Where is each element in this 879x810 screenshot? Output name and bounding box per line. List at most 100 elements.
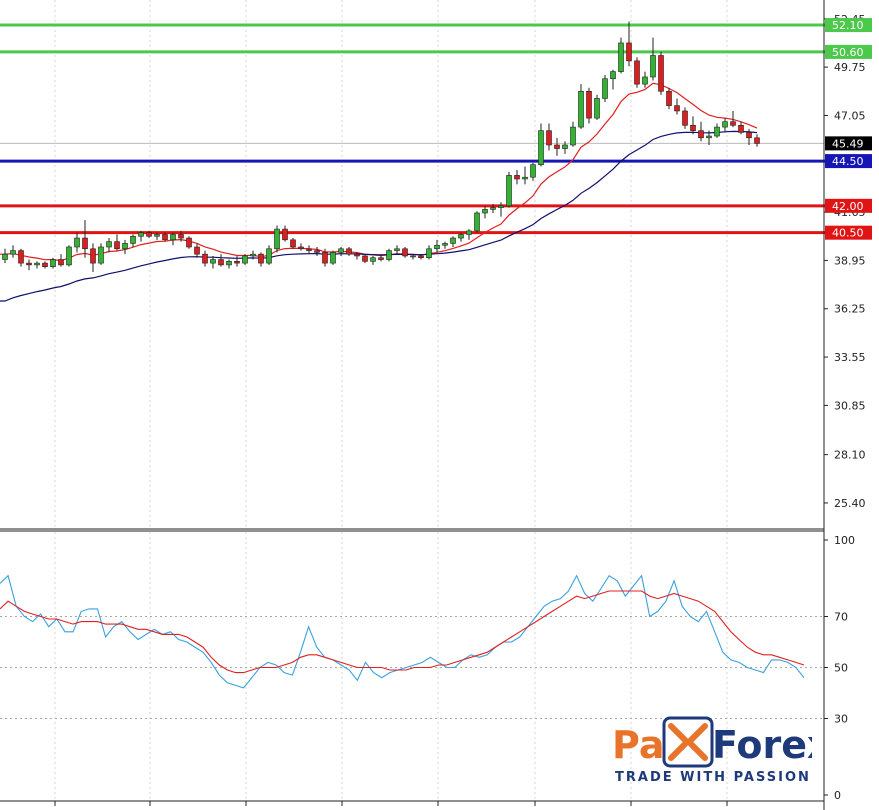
candle-bull — [122, 243, 128, 250]
candle-bull — [722, 121, 728, 128]
candle-bull — [394, 248, 400, 251]
candlestick-series — [2, 21, 760, 273]
oscillator-tick-label: 50 — [834, 662, 848, 675]
candle-bull — [226, 261, 232, 266]
candle-bull — [578, 90, 584, 128]
price-tick-label: 47.05 — [834, 109, 866, 122]
moving-averages — [0, 82, 758, 302]
candle-bull — [130, 235, 136, 244]
oscillator-axis: 100 70 50 30 0 — [824, 534, 855, 802]
candle-bull — [474, 212, 480, 232]
level-label: 44.50 — [832, 155, 864, 168]
price-axis: 52.4549.7547.0541.6538.9536.2533.5530.85… — [824, 13, 872, 510]
candle-bull — [106, 241, 112, 248]
candle-bear — [18, 250, 24, 264]
candle-bull — [242, 255, 248, 264]
candle-bull — [138, 232, 144, 237]
price-tick-label: 36.25 — [834, 303, 866, 316]
level-label: 42.00 — [832, 200, 864, 213]
candle-bull — [370, 257, 376, 262]
oscillator-tick-label: 100 — [834, 534, 855, 547]
price-tick-label: 33.55 — [834, 351, 866, 364]
moving-average-30 — [0, 130, 758, 302]
price-tick-label: 49.75 — [834, 61, 866, 74]
paxforex-logo: Pa Forex TRADE WITH PASSION — [612, 714, 832, 786]
candle-bear — [162, 234, 168, 241]
oscillator-signal-line — [0, 590, 805, 674]
candle-bull — [10, 250, 16, 255]
candle-bear — [362, 255, 368, 262]
candle-bull — [410, 255, 416, 258]
level-label: 52.10 — [832, 19, 864, 32]
candle-bear — [546, 130, 552, 146]
candle-bull — [66, 246, 72, 266]
candle-bear — [690, 124, 696, 131]
candle-bear — [282, 228, 288, 241]
candle-bull — [250, 253, 256, 257]
candle-bear — [346, 248, 352, 255]
candle-bull — [338, 248, 344, 253]
logo-forex: Forex — [712, 723, 812, 767]
candle-bull — [458, 234, 464, 239]
price-tick-label: 28.10 — [834, 449, 866, 462]
candle-bear — [26, 262, 32, 266]
candle-bear — [90, 248, 96, 264]
candle-bull — [266, 248, 272, 264]
candle-bull — [538, 130, 544, 165]
candle-bull — [386, 250, 392, 260]
candle-bear — [554, 144, 560, 149]
candle-bear — [402, 248, 408, 257]
level-label: 40.50 — [832, 227, 864, 240]
candle-bear — [218, 259, 224, 266]
candle-bull — [50, 259, 56, 267]
oscillator-tick-label: 70 — [834, 611, 848, 624]
candle-bull — [506, 175, 512, 207]
candle-bear — [186, 237, 192, 248]
candle-bull — [522, 176, 528, 180]
candle-bull — [450, 237, 456, 244]
candle-bear — [42, 262, 48, 267]
chart-canvas: 52.4549.7547.0541.6538.9536.2533.5530.85… — [0, 0, 872, 810]
candle-bear — [626, 42, 632, 62]
price-tick-label: 38.95 — [834, 254, 866, 267]
price-tick-label: 30.85 — [834, 399, 866, 412]
logo-pa: Pa — [612, 723, 664, 767]
candle-bull — [706, 135, 712, 139]
candle-bear — [418, 255, 424, 259]
candle-bear — [586, 90, 592, 119]
candle-bear — [146, 232, 152, 237]
candle-bear — [178, 234, 184, 239]
candle-bull — [34, 262, 40, 266]
candle-bear — [634, 60, 640, 85]
oscillator-tick-label: 30 — [834, 713, 848, 726]
candle-bull — [154, 234, 160, 237]
candle-bear — [290, 239, 296, 248]
candle-bull — [650, 55, 656, 78]
candle-bear — [322, 252, 328, 264]
candle-bull — [426, 248, 432, 259]
candle-bull — [434, 244, 440, 250]
candle-bull — [570, 126, 576, 146]
candle-bull — [602, 78, 608, 99]
candle-bull — [210, 259, 216, 264]
candle-bull — [610, 71, 616, 80]
candle-bull — [490, 207, 496, 210]
candle-bull — [442, 243, 448, 246]
candle-bear — [378, 257, 384, 260]
chart-frame — [0, 0, 825, 810]
candle-bull — [714, 126, 720, 137]
price-tick-label: 25.40 — [834, 497, 866, 510]
oscillator-tick-label: 0 — [834, 789, 841, 802]
candle-bear — [194, 246, 200, 255]
level-label: 50.60 — [832, 46, 864, 59]
candle-bull — [2, 253, 8, 260]
candle-bull — [530, 164, 536, 178]
candle-bull — [642, 76, 648, 85]
candle-bull — [498, 205, 504, 208]
candle-bear — [114, 241, 120, 250]
candle-bull — [274, 228, 280, 250]
oscillator-lines — [0, 574, 805, 689]
candle-bear — [306, 248, 312, 251]
candle-bull — [482, 209, 488, 214]
candle-bear — [258, 253, 264, 264]
